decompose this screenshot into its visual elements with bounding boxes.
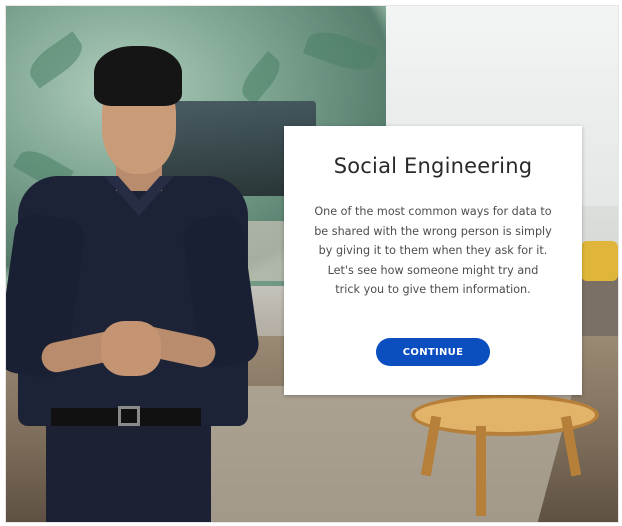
- belt-buckle: [118, 406, 140, 426]
- intro-dialog: Social Engineering One of the most commo…: [284, 126, 582, 395]
- clasped-hands: [101, 321, 161, 376]
- dialog-title: Social Engineering: [333, 154, 533, 178]
- continue-button[interactable]: CONTINUE: [376, 338, 490, 366]
- pants: [46, 424, 211, 522]
- pillow: [581, 241, 618, 281]
- table-leg: [476, 426, 486, 516]
- app-frame: Social Engineering One of the most commo…: [0, 0, 622, 526]
- dialog-body: One of the most common ways for data to …: [314, 205, 552, 297]
- hair: [94, 46, 182, 106]
- presenter-character: [6, 36, 262, 522]
